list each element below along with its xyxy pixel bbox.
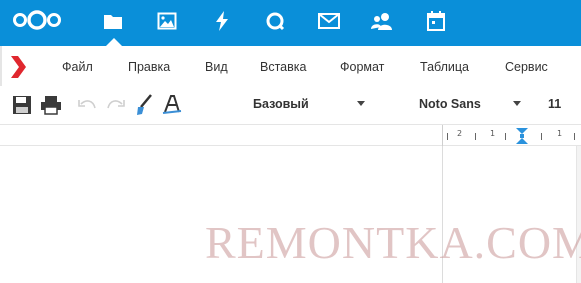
watermark: REMONTKA.COM — [205, 217, 581, 268]
mail-icon[interactable] — [317, 9, 341, 33]
paragraph-style-chevron-down-icon[interactable] — [357, 101, 365, 106]
ruler-tick: 1 — [557, 129, 563, 138]
menu-format[interactable]: Формат — [340, 60, 384, 74]
save-icon[interactable] — [10, 93, 34, 117]
gallery-image-icon[interactable] — [155, 9, 179, 33]
indent-marker-icon[interactable] — [515, 127, 529, 145]
undo-icon[interactable] — [76, 93, 100, 117]
menu-tools[interactable]: Сервис — [505, 60, 548, 74]
redo-icon[interactable] — [103, 93, 127, 117]
calendar-icon[interactable] — [424, 9, 448, 33]
menu-insert[interactable]: Вставка — [260, 60, 306, 74]
activity-lightning-icon[interactable] — [210, 9, 234, 33]
menu-file[interactable]: Файл — [62, 60, 93, 74]
ruler-mark — [574, 133, 575, 140]
paragraph-style-dropdown[interactable]: Базовый — [253, 97, 309, 111]
font-name-chevron-down-icon[interactable] — [513, 101, 521, 106]
ruler-mark — [505, 133, 506, 140]
active-app-caret — [106, 38, 122, 46]
toolbar: Базовый Noto Sans 11 — [0, 86, 581, 124]
font-size-dropdown[interactable]: 11 — [548, 97, 561, 111]
menu-view[interactable]: Вид — [205, 60, 228, 74]
nextcloud-header — [0, 0, 581, 46]
ruler-tick: 2 — [457, 129, 463, 138]
ruler-mark — [541, 133, 542, 140]
print-icon[interactable] — [39, 93, 63, 117]
ruler-tick: 1 — [490, 129, 496, 138]
ruler: 2 1 1 — [0, 124, 581, 147]
nextcloud-logo[interactable] — [12, 8, 62, 32]
ruler-mark — [447, 133, 448, 140]
collabora-logo[interactable] — [6, 54, 32, 80]
menu-edit[interactable]: Правка — [128, 60, 170, 74]
clear-formatting-icon[interactable] — [160, 93, 184, 117]
files-folder-icon[interactable] — [101, 9, 125, 33]
clone-formatting-icon[interactable] — [133, 93, 157, 117]
font-name-dropdown[interactable]: Noto Sans — [419, 97, 481, 111]
menubar: Файл Правка Вид Вставка Формат Таблица С… — [0, 46, 581, 86]
ruler-mark — [475, 133, 476, 140]
contacts-icon[interactable] — [370, 9, 394, 33]
talk-chat-icon[interactable] — [263, 9, 287, 33]
ruler-margin-edge — [442, 125, 443, 147]
document-marker — [0, 46, 2, 86]
menu-table[interactable]: Таблица — [420, 60, 469, 74]
